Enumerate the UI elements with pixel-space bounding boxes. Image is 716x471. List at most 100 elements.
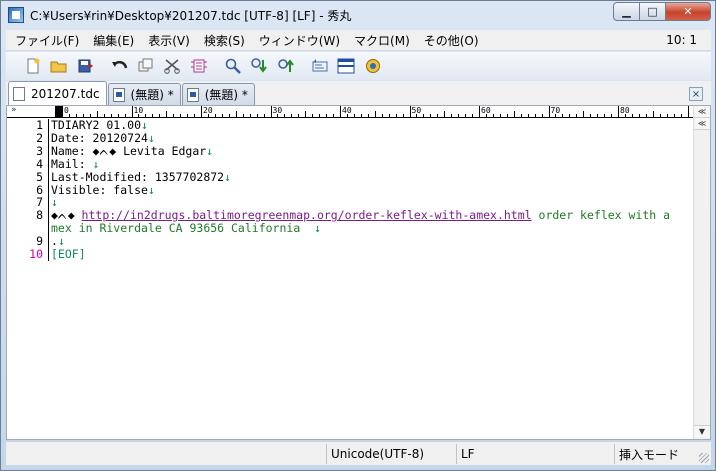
- close-button[interactable]: ✕: [666, 2, 711, 21]
- ruler-tick: [541, 114, 543, 117]
- status-line-ending[interactable]: LF: [456, 444, 614, 464]
- ruler-tick: [430, 114, 432, 117]
- title-bar[interactable]: C:¥Users¥rin¥Desktop¥201207.tdc [UTF-8] …: [1, 1, 715, 29]
- newline-marker: ↓: [92, 156, 100, 171]
- status-input-mode[interactable]: 挿入モード: [614, 444, 694, 464]
- newline-marker: ↓: [147, 130, 155, 145]
- undo-button[interactable]: [109, 55, 131, 77]
- scroll-down-button[interactable]: ▼: [694, 425, 710, 437]
- menu-bar: ファイル(F) 編集(E) 表示(V) 検索(S) ウィンドウ(W) マクロ(M…: [6, 30, 711, 51]
- ruler-tick: [520, 114, 522, 117]
- ruler-tick: [235, 111, 237, 117]
- menu-other[interactable]: その他(O): [417, 32, 486, 49]
- ruler-tick: [687, 106, 689, 117]
- newline-marker: ↓: [206, 143, 214, 158]
- ruler-tick: [416, 114, 418, 117]
- paste-button[interactable]: [188, 55, 210, 77]
- ruler-tick: [75, 114, 77, 117]
- cut-button[interactable]: [161, 55, 183, 77]
- ruler-tick: [479, 106, 480, 117]
- ruler-tick: [89, 114, 91, 117]
- ruler-tick: [145, 114, 147, 117]
- copy-button[interactable]: [135, 55, 157, 77]
- ruler-tick: [583, 111, 585, 117]
- line-text: Mail:: [51, 156, 93, 171]
- ruler-tick: [187, 114, 189, 117]
- text-line[interactable]: 9 .↓: [7, 234, 693, 249]
- ruler-tick: [242, 114, 244, 117]
- line-text: Name: ◆ᨈ◆ Levita Edgar: [51, 143, 207, 158]
- text-lines[interactable]: 1 TDIARY2 01.00↓ 2 Date: 20120724↓ 3 Name: …: [7, 119, 693, 261]
- grep-button[interactable]: [309, 55, 331, 77]
- ruler-tick: [173, 114, 175, 117]
- copy-icon: [138, 58, 153, 72]
- close-tab-icon: ×: [691, 88, 701, 100]
- ruler-tick: [388, 114, 390, 117]
- find-up-button[interactable]: [275, 55, 297, 77]
- ruler-tick: [263, 114, 265, 117]
- text-line-wrapped[interactable]: mex in Riverdale CA 93656 California ↓: [7, 222, 693, 236]
- ruler-tick: [277, 114, 279, 117]
- line-text: Date: 20120724: [51, 130, 148, 145]
- ruler-tick: [472, 114, 474, 117]
- line-number: 1: [7, 119, 49, 132]
- ruler-tick: [333, 114, 335, 117]
- menu-edit[interactable]: 編集(E): [86, 32, 141, 49]
- ruler-tick: [374, 111, 376, 117]
- ruler-tick: [326, 114, 328, 117]
- ruler-tick: [458, 114, 460, 117]
- help-button[interactable]: [362, 55, 384, 77]
- close-tab-button[interactable]: ×: [689, 87, 703, 101]
- text-line[interactable]: 3 Name: ◆ᨈ◆ Levita Edgar↓: [7, 143, 693, 158]
- tab-201207-tdc[interactable]: 201207.tdc: [8, 81, 107, 105]
- line-text: Visible: false: [51, 182, 148, 197]
- open-folder-icon: [50, 61, 67, 73]
- new-file-icon: [27, 58, 40, 74]
- newline-marker: ↓: [57, 234, 65, 249]
- resize-grip[interactable]: [699, 453, 709, 463]
- text-editor[interactable]: » 0 10 20 30 40 50 60 70 80 1 TDIARY2 01.00↓ 2 Dat…: [6, 105, 711, 440]
- line-text: .: [51, 234, 58, 249]
- ruler-tick: [402, 114, 404, 117]
- ruler-tick: [270, 106, 272, 117]
- line-text: TDIARY2 01.00: [51, 118, 142, 132]
- ruler-tick: [340, 106, 341, 117]
- text-line[interactable]: 10 [EOF]: [7, 248, 693, 261]
- ruler-tick: [576, 114, 578, 117]
- new-file-button[interactable]: [22, 55, 44, 77]
- maximize-button[interactable]: □: [640, 2, 666, 21]
- find-down-button[interactable]: [248, 55, 270, 77]
- find-button[interactable]: [222, 55, 244, 77]
- menu-view[interactable]: 表示(V): [141, 32, 197, 49]
- ruler-tick: [68, 114, 70, 117]
- scroll-top-button[interactable]: ≪: [694, 106, 710, 118]
- menu-macro[interactable]: マクロ(M): [347, 32, 417, 49]
- ruler-tick: [381, 114, 383, 117]
- ruler-tick: [666, 114, 668, 117]
- ruler-tick: [228, 114, 230, 117]
- find-icon: [225, 58, 241, 74]
- status-encoding[interactable]: Unicode(UTF-8): [326, 444, 456, 464]
- open-button[interactable]: [48, 55, 70, 77]
- split-window-button[interactable]: [335, 55, 357, 77]
- paste-icon: [190, 59, 207, 73]
- line-number: 4: [7, 157, 49, 171]
- newline-marker: ↓: [141, 118, 148, 132]
- tab-untitled-1[interactable]: (無題) *: [107, 83, 181, 105]
- ruler-tick: [305, 111, 307, 117]
- scroll-up-button[interactable]: ≪: [694, 118, 710, 130]
- menu-search[interactable]: 検索(S): [197, 32, 252, 49]
- vertical-scrollbar[interactable]: ≪ ≪ ▼: [693, 106, 710, 439]
- ruler-tick: [360, 114, 362, 117]
- ruler-tick: [534, 114, 536, 117]
- hidemaru-app-icon[interactable]: [8, 7, 24, 23]
- menu-window[interactable]: ウィンドウ(W): [252, 32, 347, 49]
- menu-file[interactable]: ファイル(F): [6, 32, 86, 49]
- save-button[interactable]: [75, 55, 97, 77]
- ruler-tick: [159, 114, 161, 117]
- ruler-tick: [638, 114, 640, 117]
- text-line[interactable]: 6 Visible: false↓: [7, 182, 693, 197]
- minimize-button[interactable]: ▁: [613, 2, 640, 21]
- tab-untitled-2[interactable]: (無題) *: [181, 83, 255, 105]
- url-link[interactable]: http://in2drugs.baltimoregreenmap.org/or…: [82, 208, 532, 222]
